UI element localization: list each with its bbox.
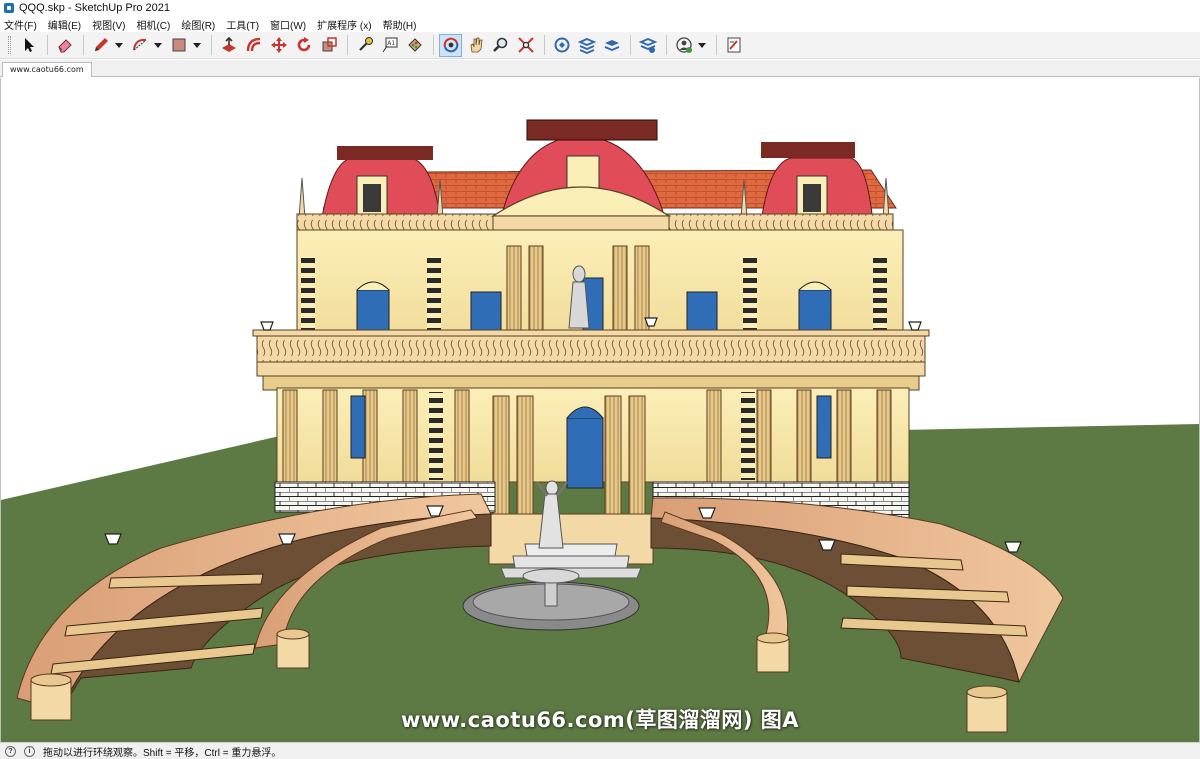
paint-bucket-icon — [407, 38, 422, 52]
tape-measure-tool-button[interactable] — [353, 34, 376, 57]
toolbar-separator — [666, 35, 667, 55]
extension-manager-icon — [638, 38, 657, 53]
pencil-dropdown[interactable] — [114, 34, 124, 57]
eraser-tool-button[interactable] — [53, 34, 76, 57]
push-pull-icon — [221, 36, 236, 52]
offset-tool-button[interactable] — [242, 34, 265, 57]
pencil-tool-button[interactable] — [89, 34, 112, 57]
pencil-icon — [94, 38, 108, 51]
text-tool-button[interactable]: A1 — [378, 34, 401, 57]
3d-warehouse-button[interactable] — [550, 34, 573, 57]
layout-button[interactable] — [600, 34, 623, 57]
scale-tool-button[interactable] — [317, 34, 340, 57]
menu-extensions[interactable]: 扩展程序 (x) — [317, 17, 371, 32]
window-title: QQQ.skp - SketchUp Pro 2021 — [19, 2, 171, 14]
toolbar-separator — [347, 35, 348, 55]
text-icon: A1 — [382, 37, 397, 53]
eraser-icon — [57, 39, 72, 53]
arc-tool-button[interactable] — [128, 34, 151, 57]
push-pull-tool-button[interactable] — [217, 34, 240, 57]
zoom-extents-tool-button[interactable] — [514, 34, 537, 57]
toolbar-separator — [433, 35, 434, 55]
status-bar: ? i 拖动以进行环绕观察。Shift = 平移，Ctrl = 重力悬浮。 — [0, 742, 1200, 759]
zoom-tool-button[interactable] — [489, 34, 512, 57]
menu-edit[interactable]: 编辑(E) — [48, 17, 81, 32]
menu-help[interactable]: 帮助(H) — [383, 17, 417, 32]
rotate-icon — [297, 37, 310, 52]
menu-window[interactable]: 窗口(W) — [270, 17, 306, 32]
layout-icon — [604, 40, 619, 51]
account-icon — [675, 37, 692, 53]
toolbar-separator — [630, 35, 631, 55]
model-scene — [1, 119, 1199, 742]
warehouse-icon — [554, 37, 569, 53]
toolbar-grip[interactable] — [8, 36, 11, 54]
menu-tools[interactable]: 工具(T) — [226, 17, 259, 32]
toolbar-separator — [211, 35, 212, 55]
arc-dropdown[interactable] — [153, 34, 163, 57]
toolbar-separator — [544, 35, 545, 55]
orbit-tool-button[interactable] — [439, 33, 462, 57]
menu-file[interactable]: 文件(F) — [4, 17, 37, 32]
title-bar: QQQ.skp - SketchUp Pro 2021 — [0, 0, 1200, 16]
menu-camera[interactable]: 相机(C) — [136, 17, 170, 32]
move-tool-button[interactable] — [267, 34, 290, 57]
rectangle-tool-button[interactable] — [167, 34, 190, 57]
geo-location-icon[interactable]: ? — [5, 745, 16, 757]
select-tool-button[interactable] — [17, 34, 40, 57]
sketchup-logo-icon — [4, 3, 14, 13]
zoom-icon — [492, 37, 507, 52]
scene-tab-bar: www.caotu66.com — [0, 60, 1200, 77]
select-icon — [24, 38, 34, 52]
rectangle-dropdown[interactable] — [192, 34, 202, 57]
feedback-button[interactable] — [722, 34, 745, 57]
rotate-tool-button[interactable] — [292, 34, 315, 57]
toolbar-separator — [83, 35, 84, 55]
svg-text:A1: A1 — [387, 40, 395, 47]
rectangle-icon — [172, 38, 185, 52]
paint-bucket-tool-button[interactable] — [403, 34, 426, 57]
account-dropdown[interactable] — [697, 34, 707, 57]
status-message: 拖动以进行环绕观察。Shift = 平移，Ctrl = 重力悬浮。 — [43, 747, 282, 759]
menu-view[interactable]: 视图(V) — [92, 17, 125, 32]
move-icon — [270, 37, 287, 53]
extension-warehouse-icon — [577, 38, 596, 54]
zoom-extents-icon — [517, 37, 534, 53]
menu-bar: 文件(F) 编辑(E) 视图(V) 相机(C) 绘图(R) 工具(T) 窗口(W… — [0, 16, 1200, 32]
arc-icon — [132, 38, 146, 51]
info-icon[interactable]: i — [24, 745, 35, 757]
toolbar-separator — [716, 35, 717, 55]
menu-draw[interactable]: 绘图(R) — [181, 17, 215, 32]
pan-icon — [470, 37, 482, 53]
main-toolbar: A1 — [0, 32, 1200, 59]
extension-manager-button[interactable] — [636, 34, 659, 57]
account-button[interactable] — [672, 34, 695, 57]
pan-tool-button[interactable] — [464, 34, 487, 57]
orbit-icon — [443, 37, 458, 53]
toolbar-separator — [47, 35, 48, 55]
extension-warehouse-button[interactable] — [575, 34, 598, 57]
offset-icon — [246, 37, 260, 52]
feedback-icon — [727, 37, 740, 53]
scale-icon — [322, 37, 337, 52]
model-viewport[interactable] — [0, 78, 1200, 742]
tape-measure-icon — [358, 37, 373, 51]
scene-tab[interactable]: www.caotu66.com — [2, 62, 92, 77]
watermark-text: www.caotu66.com(草图溜溜网) 图A — [400, 708, 800, 732]
